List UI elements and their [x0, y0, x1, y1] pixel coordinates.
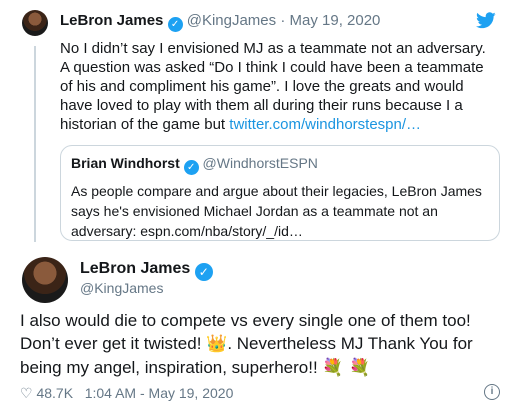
reply-author-name[interactable]: LeBron James [80, 260, 190, 277]
twitter-bird-icon[interactable] [476, 12, 496, 29]
original-tweet-date[interactable]: May 19, 2020 [290, 12, 381, 29]
tweet-timestamp[interactable]: 1:04 AM - May 19, 2020 [85, 385, 234, 401]
verified-badge-icon: ✓ [183, 160, 199, 175]
crown-emoji: 👑 [206, 334, 228, 354]
tweet-footer: ♡ 48.7K 1:04 AM - May 19, 2020 [20, 385, 233, 402]
quoted-author-name: Brian Windhorst [71, 155, 180, 171]
quoted-tweet-header: Brian Windhorst ✓ @WindhorstESPN [71, 154, 489, 175]
bouquet-emoji: 💐 💐 [322, 358, 371, 378]
lebron-avatar-small[interactable] [22, 10, 48, 36]
quoted-tweet-text: As people compare and argue about their … [71, 183, 482, 239]
reply-author-handle[interactable]: @KingJames [80, 280, 163, 296]
original-author-handle[interactable]: @KingJames [187, 12, 276, 29]
original-author-name[interactable]: LeBron James [60, 12, 163, 29]
verified-badge-icon: ✓ [194, 263, 213, 281]
like-count[interactable]: 48.7K [36, 385, 73, 401]
original-tweet-text: No I didn’t say I envisioned MJ as a tea… [60, 39, 496, 134]
reply-tweet-header: LeBron James ✓ [80, 259, 213, 281]
info-icon[interactable]: i [484, 384, 500, 400]
original-tweet-link[interactable]: twitter.com/windhorstespn/… [229, 116, 421, 133]
verified-badge-icon: ✓ [167, 17, 183, 32]
lebron-avatar-large[interactable] [22, 257, 68, 303]
heart-icon[interactable]: ♡ [20, 386, 33, 402]
header-separator: · [280, 12, 286, 29]
quoted-tweet-card[interactable]: Brian Windhorst ✓ @WindhorstESPN As peop… [60, 145, 500, 241]
thread-connector-line [34, 46, 36, 242]
quoted-author-handle: @WindhorstESPN [202, 155, 318, 171]
reply-tweet-text: I also would die to compete vs every sin… [20, 309, 506, 380]
original-tweet-header: LeBron James ✓ @KingJames · May 19, 2020 [60, 12, 380, 32]
